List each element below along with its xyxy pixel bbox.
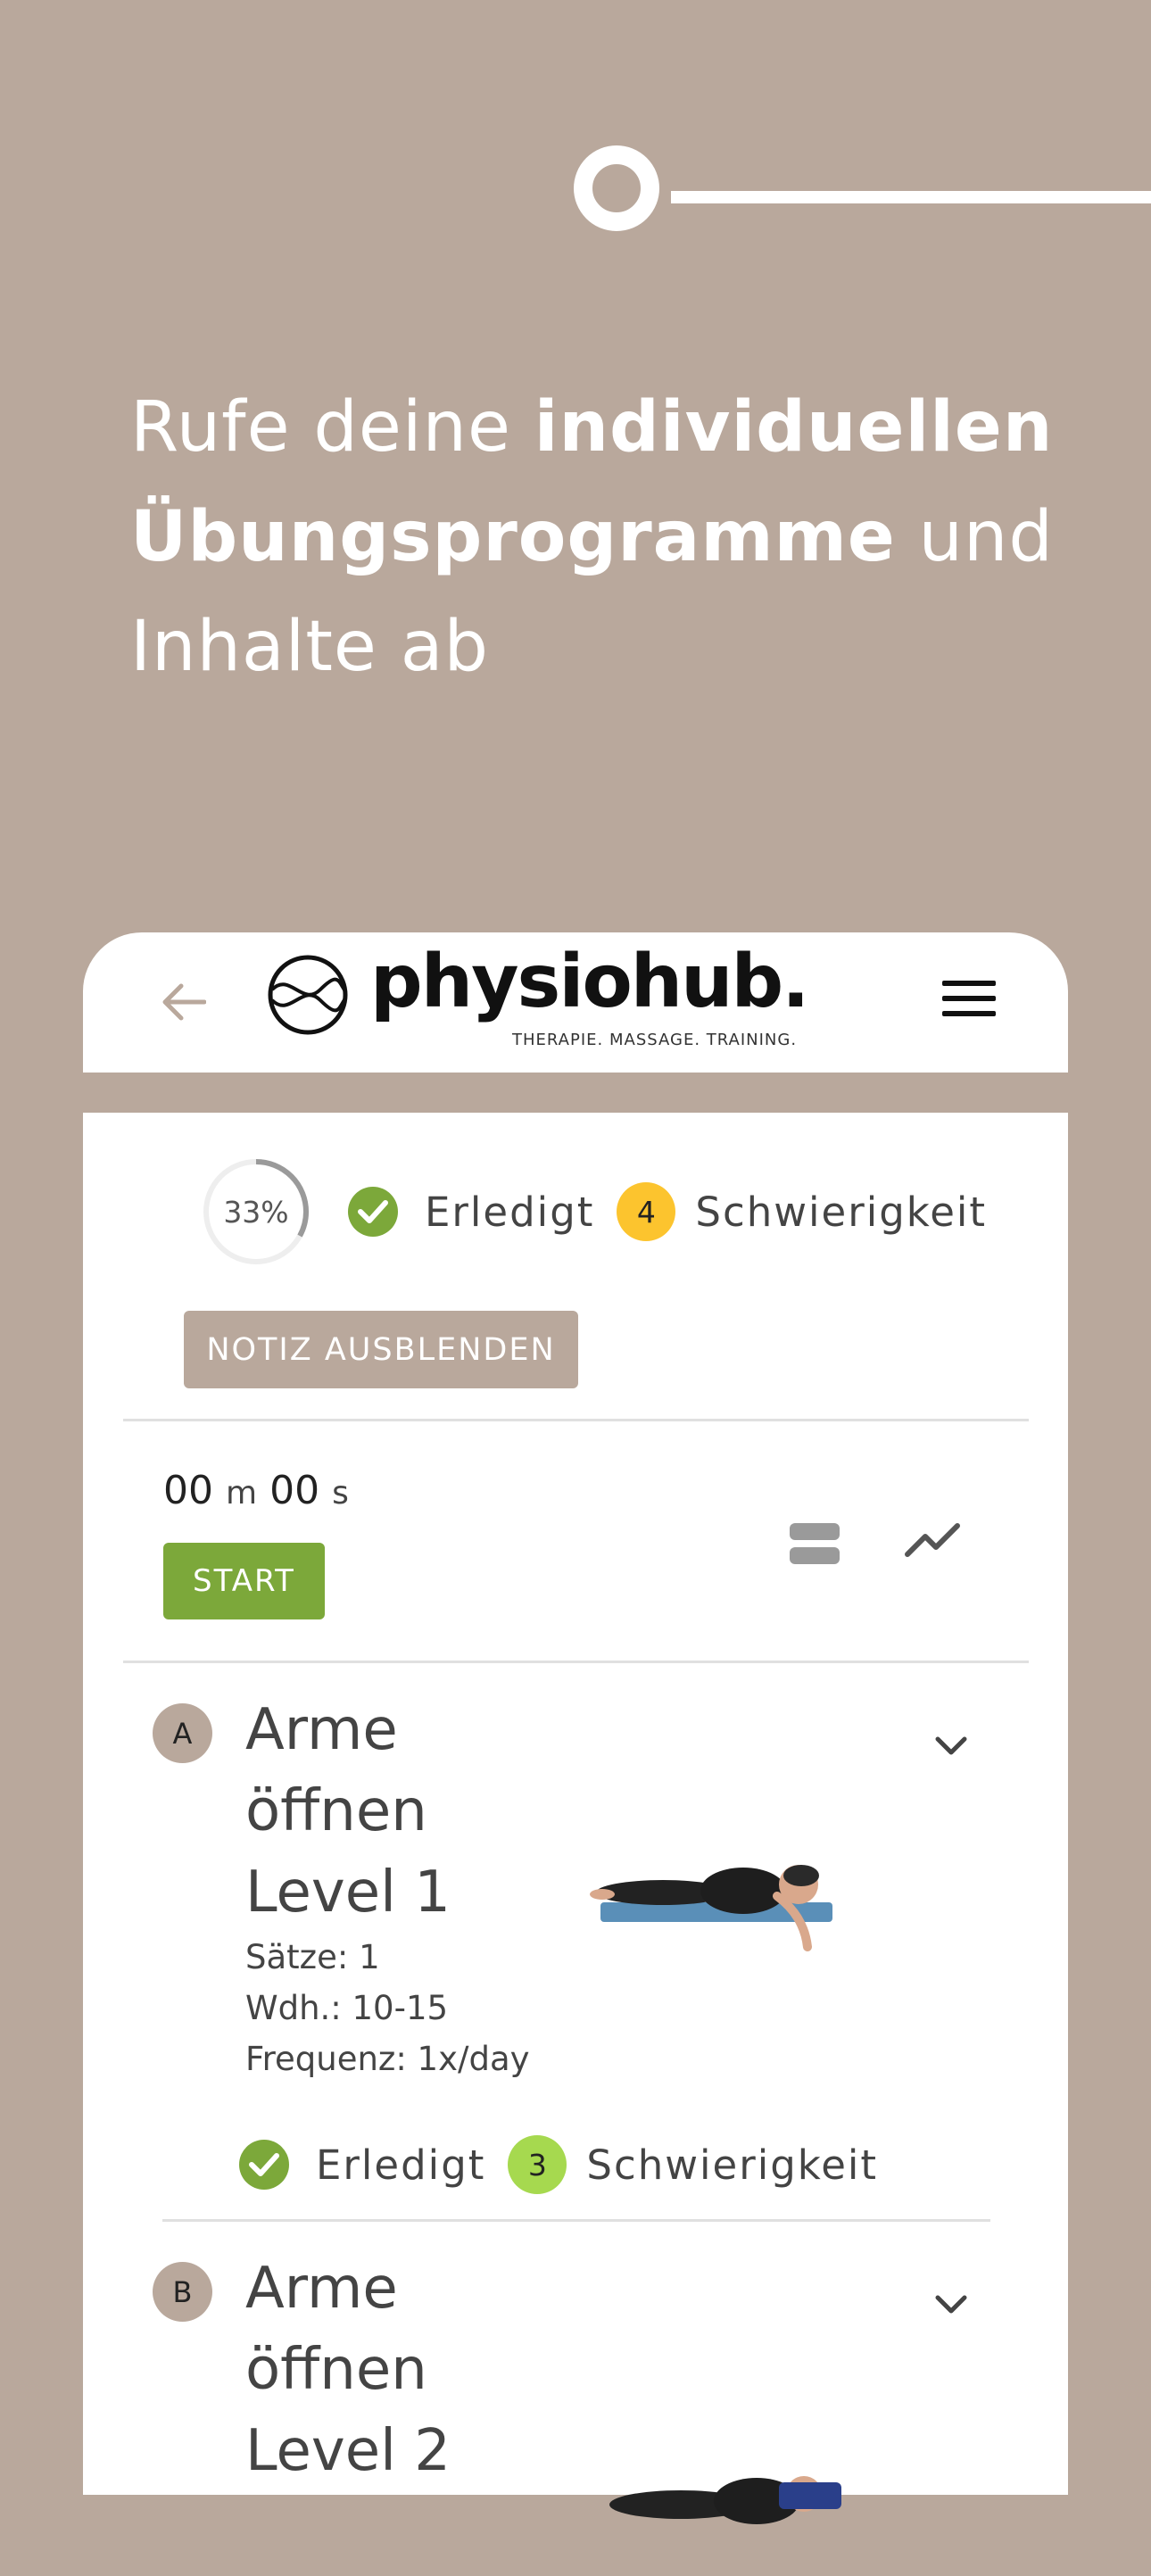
exercise-sets: Sätze: 1 xyxy=(245,1938,380,1976)
divider xyxy=(162,2219,990,2222)
difficulty-badge: 4 xyxy=(617,1182,676,1241)
onboarding-progress-knob xyxy=(574,145,659,231)
logo-mark-icon xyxy=(268,955,348,1035)
back-button[interactable] xyxy=(156,974,211,1030)
exercise-image xyxy=(590,1865,832,1951)
exercise-frequency: Frequenz: 1x/day xyxy=(245,2040,530,2078)
exercise-letter-badge: B xyxy=(153,2262,212,2322)
summary-status: Erledigt 4 Schwierigkeit xyxy=(348,1182,987,1241)
exercise-letter-badge: A xyxy=(153,1703,212,1763)
trend-chart-icon[interactable] xyxy=(904,1519,961,1563)
onboarding-progress-line xyxy=(671,191,1151,203)
exercise-status: Erledigt 3 Schwierigkeit xyxy=(239,2135,878,2194)
physiohub-logo: physiohub. THERAPIE. MASSAGE. TRAINING. xyxy=(267,940,809,1054)
check-icon xyxy=(239,2140,289,2190)
divider xyxy=(123,1661,1029,1663)
exercise-title: Arme öffnen Level 2 xyxy=(245,2256,451,2484)
arrow-left-icon xyxy=(162,983,206,1021)
timer-display: 00 m 00 s xyxy=(163,1468,349,1513)
exercise-reps: Wdh.: 10-15 xyxy=(245,1989,449,2027)
hide-note-button[interactable]: NOTIZ AUSBLENDEN xyxy=(184,1311,578,1388)
progress-percent: 33% xyxy=(223,1194,289,1230)
difficulty-label: Schwierigkeit xyxy=(695,1188,988,1236)
chevron-down-icon[interactable] xyxy=(929,1728,973,1764)
done-label: Erledigt xyxy=(316,2141,486,2189)
divider xyxy=(123,1419,1029,1421)
app-header: physiohub. THERAPIE. MASSAGE. TRAINING. xyxy=(83,932,1068,1073)
exercise-image xyxy=(609,2476,841,2524)
difficulty-badge: 3 xyxy=(508,2135,567,2194)
check-icon xyxy=(348,1187,398,1237)
hero-headline: Rufe deine individuellen Übungsprogramme… xyxy=(130,387,1054,687)
list-view-icon[interactable] xyxy=(790,1523,840,1564)
exercise-title: Arme öffnen Level 1 xyxy=(245,1697,451,1926)
start-button[interactable]: START xyxy=(163,1543,325,1619)
done-label: Erledigt xyxy=(425,1188,595,1236)
logo-tagline: THERAPIE. MASSAGE. TRAINING. xyxy=(512,1031,798,1049)
chevron-down-icon[interactable] xyxy=(929,2287,973,2323)
logo-text: physiohub. xyxy=(370,940,809,1024)
hamburger-menu-icon[interactable] xyxy=(942,981,996,1020)
difficulty-label: Schwierigkeit xyxy=(586,2141,879,2189)
exercise-program-card: 33% Erledigt 4 Schwierigkeit NOTIZ AUSBL… xyxy=(83,1113,1068,2524)
